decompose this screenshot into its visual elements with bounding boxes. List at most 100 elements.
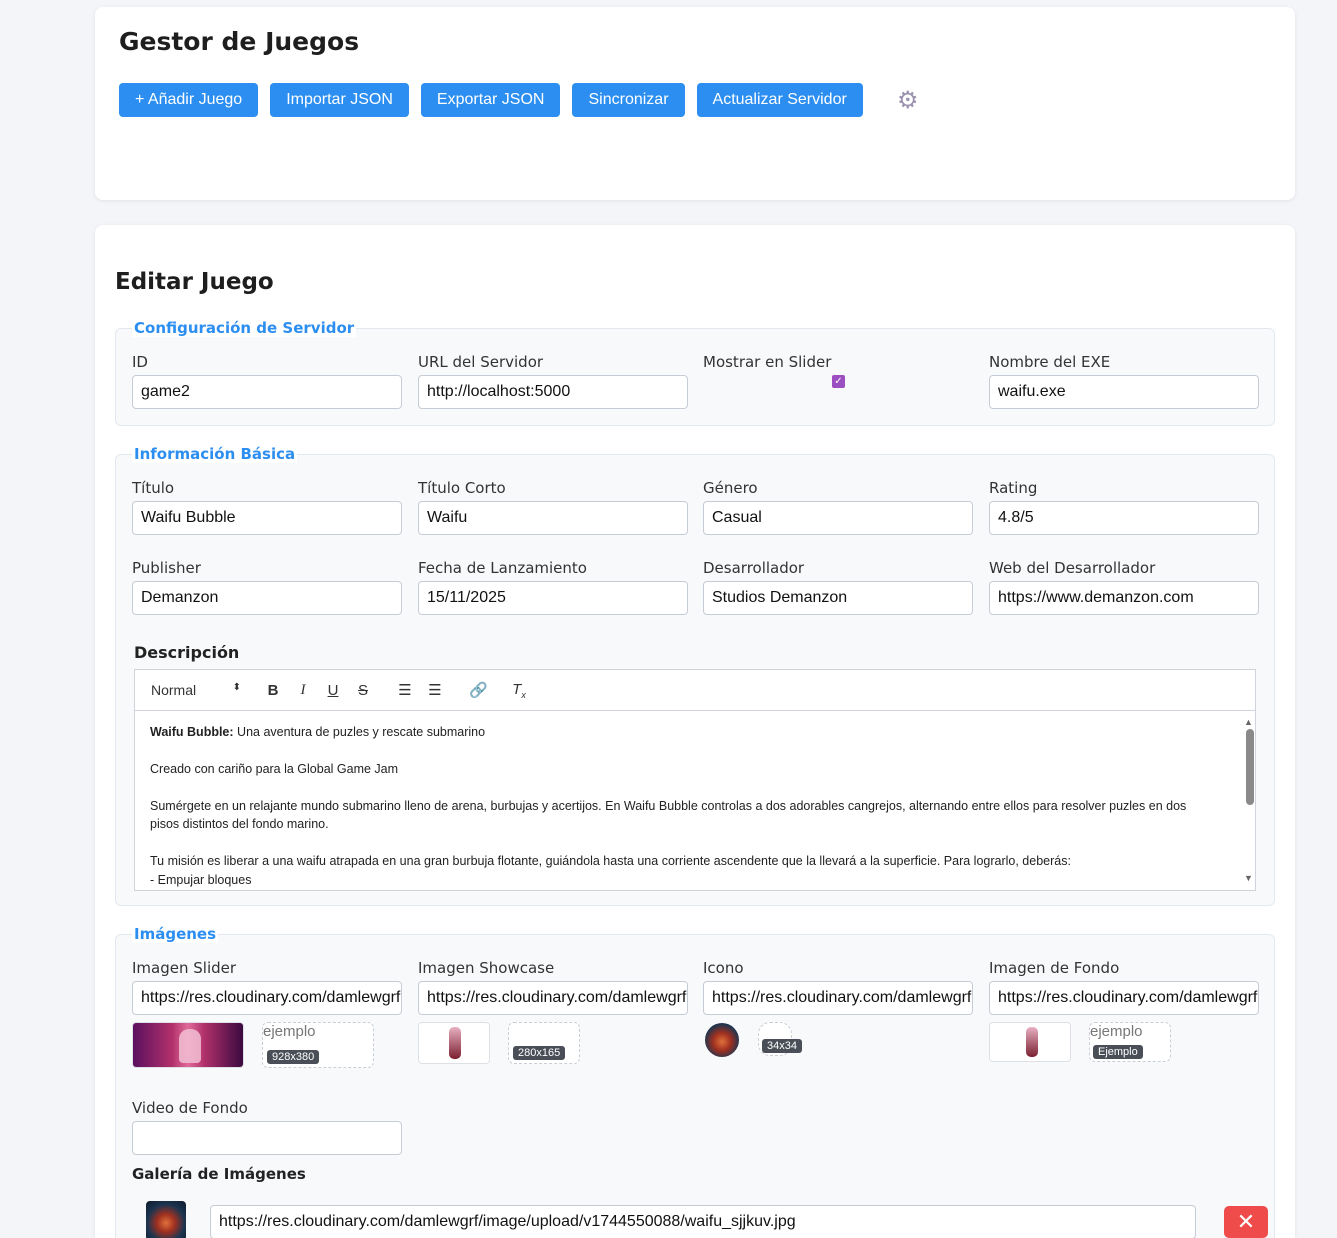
icon-image-field: Icono https://res.cloudinary.com/damlewg… — [703, 959, 973, 1015]
ordered-list-icon[interactable]: ☰ — [397, 681, 413, 699]
bg-image-input[interactable]: https://res.cloudinary.com/damlewgrf — [989, 981, 1259, 1015]
video-input[interactable] — [132, 1121, 402, 1155]
close-icon: ✕ — [1236, 1209, 1256, 1234]
clear-format-icon[interactable]: Tx — [511, 681, 527, 700]
showcase-image-preview — [418, 1022, 490, 1064]
server-url-field: URL del Servidor http://localhost:5000 — [418, 353, 688, 409]
slider-field: Mostrar en Slider — [703, 353, 973, 375]
slider-image-input[interactable]: https://res.cloudinary.com/damlewgrf — [132, 981, 402, 1015]
server-url-label: URL del Servidor — [418, 353, 544, 371]
publisher-input[interactable]: Demanzon — [132, 581, 402, 615]
bullet-list-icon[interactable]: ☰ — [427, 681, 443, 699]
gallery-url-input[interactable]: https://res.cloudinary.com/damlewgrf/ima… — [210, 1205, 1196, 1238]
description-p2: Creado con cariño para la Global Game Ja… — [150, 762, 399, 776]
exe-label: Nombre del EXE — [989, 353, 1111, 371]
id-field: ID game2 — [132, 353, 402, 409]
description-p3: Sumérgete en un relajante mundo submarin… — [150, 799, 1187, 831]
slider-example-alt: ejemplo — [263, 1023, 316, 1040]
sync-button[interactable]: Sincronizar — [572, 83, 685, 117]
dev-web-field: Web del Desarrollador https://www.demanz… — [989, 559, 1259, 615]
id-input[interactable]: game2 — [132, 375, 402, 409]
bg-example-badge: Ejemplo — [1093, 1045, 1143, 1059]
description-p4: Tu misión es liberar a una waifu atrapad… — [150, 854, 1071, 868]
main-toolbar: + Añadir Juego Importar JSON Exportar JS… — [119, 83, 921, 117]
images-legend: Imágenes — [132, 925, 219, 943]
showcase-size-badge: 280x165 — [513, 1046, 566, 1060]
showcase-image-input[interactable]: https://res.cloudinary.com/damlewgrf — [418, 981, 688, 1015]
description-p1-rest: Una aventura de puzles y rescate submari… — [233, 725, 486, 739]
slider-size-badge: 928x380 — [267, 1050, 320, 1064]
description-editor[interactable]: Waifu Bubble: Una aventura de puzles y r… — [134, 711, 1256, 891]
gallery-delete-button[interactable]: ✕ — [1224, 1206, 1268, 1238]
export-json-button[interactable]: Exportar JSON — [420, 83, 561, 117]
gear-icon[interactable]: ⚙ — [895, 87, 921, 114]
underline-icon[interactable]: U — [325, 682, 341, 699]
icon-image-preview — [705, 1023, 739, 1057]
header-card: Gestor de Juegos + Añadir Juego Importar… — [95, 7, 1295, 200]
slider-figure — [179, 1029, 201, 1063]
exe-input[interactable]: waifu.exe — [989, 375, 1259, 409]
gallery-label: Galería de Imágenes — [132, 1165, 306, 1183]
edit-title: Editar Juego — [115, 269, 274, 295]
rating-label: Rating — [989, 479, 1038, 497]
description-p1: Waifu Bubble: Una aventura de puzles y r… — [150, 723, 1215, 741]
description-p5: - Empujar bloques — [150, 873, 252, 887]
update-server-button[interactable]: Actualizar Servidor — [696, 83, 863, 117]
dev-web-label: Web del Desarrollador — [989, 559, 1156, 577]
bg-image-label: Imagen de Fondo — [989, 959, 1120, 977]
showcase-image-label: Imagen Showcase — [418, 959, 555, 977]
app-title: Gestor de Juegos — [119, 27, 360, 56]
description-label: Descripción — [134, 643, 240, 662]
genre-field: Género Casual — [703, 479, 973, 535]
server-config-legend: Configuración de Servidor — [132, 319, 357, 337]
title-input[interactable]: Waifu Bubble — [132, 501, 402, 535]
import-json-button[interactable]: Importar JSON — [270, 83, 409, 117]
release-date-label: Fecha de Lanzamiento — [418, 559, 587, 577]
editor-scrollbar[interactable]: ▲ ▼ — [1243, 715, 1254, 887]
bg-example-placeholder: ejemplo Ejemplo — [1089, 1022, 1171, 1062]
editor-toolbar: Normal ⬍ B I U S ☰ ☰ 🔗 Tx — [134, 669, 1256, 711]
server-url-input[interactable]: http://localhost:5000 — [418, 375, 688, 409]
slider-label: Mostrar en Slider — [703, 353, 832, 371]
showcase-image-field: Imagen Showcase https://res.cloudinary.c… — [418, 959, 688, 1015]
release-date-input[interactable]: 15/11/2025 — [418, 581, 688, 615]
basic-info-legend: Información Básica — [132, 445, 298, 463]
publisher-label: Publisher — [132, 559, 201, 577]
title-label: Título — [132, 479, 175, 497]
video-field: Video de Fondo — [132, 1099, 402, 1155]
slider-checkbox[interactable]: ✓ — [832, 375, 845, 388]
developer-input[interactable]: Studios Demanzon — [703, 581, 973, 615]
icon-image-input[interactable]: https://res.cloudinary.com/damlewgrf — [703, 981, 973, 1015]
gallery-row: https://res.cloudinary.com/damlewgrf/ima… — [146, 1197, 1276, 1238]
bg-example-alt: ejemplo — [1090, 1023, 1143, 1040]
add-game-button[interactable]: + Añadir Juego — [119, 83, 259, 117]
edit-game-card: Editar Juego Configuración de Servidor I… — [95, 225, 1295, 1238]
genre-input[interactable]: Casual — [703, 501, 973, 535]
short-title-label: Título Corto — [418, 479, 506, 497]
format-select[interactable]: Normal ⬍ — [151, 682, 241, 698]
short-title-input[interactable]: Waifu — [418, 501, 688, 535]
description-p1-bold: Waifu Bubble: — [150, 725, 234, 739]
server-config-section: Configuración de Servidor ID game2 URL d… — [115, 319, 1275, 426]
id-label: ID — [132, 353, 148, 371]
short-title-field: Título Corto Waifu — [418, 479, 688, 535]
genre-label: Género — [703, 479, 758, 497]
icon-example-placeholder: 34x34 — [758, 1022, 802, 1056]
bold-icon[interactable]: B — [265, 682, 281, 699]
images-section: Imágenes Imagen Slider https://res.cloud… — [115, 925, 1276, 1238]
bg-image-field: Imagen de Fondo https://res.cloudinary.c… — [989, 959, 1259, 1015]
scroll-thumb[interactable] — [1246, 729, 1254, 805]
video-label: Video de Fondo — [132, 1099, 248, 1117]
rating-field: Rating 4.8/5 — [989, 479, 1259, 535]
icon-size-badge: 34x34 — [762, 1039, 802, 1053]
link-icon[interactable]: 🔗 — [469, 681, 488, 699]
showcase-figure — [449, 1027, 461, 1059]
dev-web-input[interactable]: https://www.demanzon.com — [989, 581, 1259, 615]
rating-input[interactable]: 4.8/5 — [989, 501, 1259, 535]
scroll-down-icon[interactable]: ▼ — [1244, 869, 1253, 887]
select-arrows-icon: ⬍ — [232, 682, 241, 693]
strikethrough-icon[interactable]: S — [355, 682, 371, 699]
basic-info-section: Información Básica Título Waifu Bubble T… — [115, 445, 1275, 906]
italic-icon[interactable]: I — [295, 682, 311, 699]
publisher-field: Publisher Demanzon — [132, 559, 402, 615]
